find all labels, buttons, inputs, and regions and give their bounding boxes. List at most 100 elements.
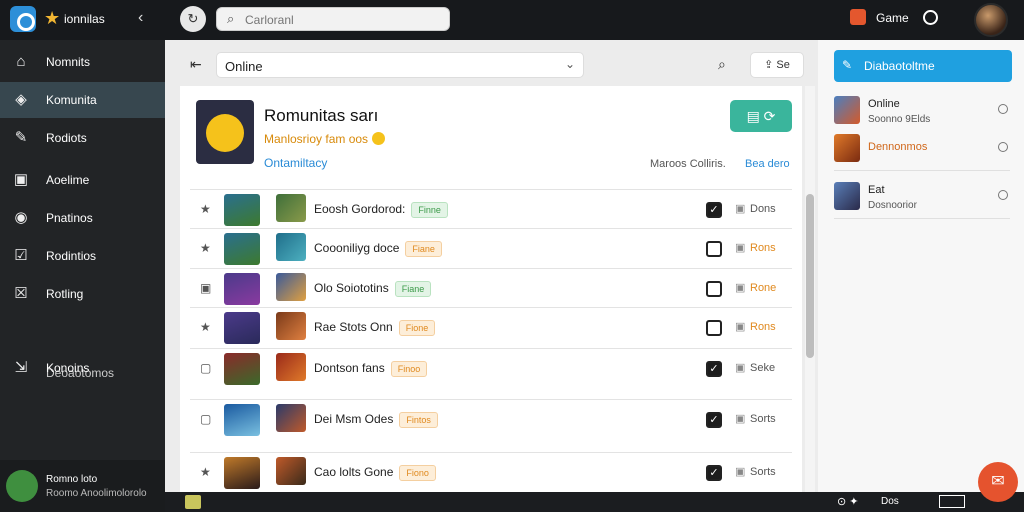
row-action[interactable]: Sorts [750,413,776,425]
action-icon: ▣ [735,242,746,254]
collapse-sidebar-icon[interactable]: ‹ [138,9,143,27]
sidebar-item-security[interactable]: ☑ Rodintios [0,238,165,274]
table-row[interactable]: ▢ Dontson fans Finoo ✓ ▣ Seke [190,348,792,388]
row-checkbox[interactable] [706,241,722,257]
status-filter-select[interactable]: Online ⌄ [216,52,584,78]
sidebar-item-community[interactable]: ◈ Komunita [0,82,165,118]
row-name-text: Olo Soiototins [314,281,389,295]
sidebar-item-tools[interactable]: ✎ Rodiots [0,120,165,156]
search-input[interactable] [245,11,445,29]
notification-icon[interactable] [185,495,201,509]
content-toolbar: ⇤ Online ⌄ ⌕ ⇪ Se [180,48,804,82]
status-badge: Fintos [399,412,438,428]
community-avatar [196,100,254,164]
status-badge: Fiane [394,281,432,297]
right-list-item[interactable]: Eat Dosnoorior [834,176,1010,216]
search-icon: ⌕ [227,11,235,26]
favorite-icon[interactable]: ▣ [200,281,211,295]
item-thumbnail [834,96,860,124]
back-icon[interactable]: ⇤ [190,56,202,73]
row-action[interactable]: Rons [750,242,776,254]
item-thumbnail [834,134,860,162]
row-action[interactable]: Seke [750,362,775,374]
close-box-icon: ☒ [14,285,28,302]
row-checkbox[interactable]: ✓ [706,412,722,428]
table-row[interactable]: ▢ Dei Msm Odes Fintos ✓ ▣ Sorts [190,399,792,439]
status-badge: Fione [398,320,436,336]
primary-action-label: Diabaotoltme [864,59,935,73]
chat-button[interactable]: ✉ [978,462,1018,502]
radio-button[interactable] [998,142,1008,152]
scrollbar-thumb[interactable] [806,194,814,358]
row-checkbox[interactable] [706,320,722,336]
favorite-icon[interactable]: ★ [200,241,211,255]
search-icon[interactable]: ⌕ [718,56,726,73]
row-name: Dontson fans Finoo [314,361,428,377]
favorite-icon[interactable]: ★ [200,465,211,479]
star-icon[interactable]: ★ [44,8,60,29]
row-action[interactable]: Rone [750,282,776,294]
app-logo-icon[interactable] [10,6,36,32]
sidebar-item-settings[interactable]: ◉ Pnatinos [0,200,165,236]
item-title: Dennonmos [868,141,928,153]
row-checkbox[interactable]: ✓ [706,361,722,377]
sidebar-footer[interactable]: Romno loto Roomo Anoolimolorolo [0,460,165,512]
item-subtitle: Dosnoorior [868,200,917,211]
action-icon: ▣ [735,282,746,294]
table-row[interactable]: ★ Cao lolts Gone Fiono ✓ ▣ Sorts [190,452,792,492]
right-list-item[interactable]: Dennonmos [834,128,1010,168]
refresh-button[interactable]: ↻ [180,6,206,32]
sidebar-item-label: Rodiots [46,131,87,145]
row-name: Olo Soiototins Fiane [314,281,432,297]
scrollbar[interactable] [805,86,815,492]
row-name-text: Rae Stots Onn [314,320,393,334]
favorite-icon[interactable]: ▢ [200,361,211,375]
sidebar-item-rotling[interactable]: ☒ Rotling [0,276,165,312]
help-icon[interactable] [923,10,938,25]
profile-avatar[interactable] [6,470,38,502]
divider [834,170,1010,171]
favorite-icon[interactable]: ▢ [200,412,211,426]
player-avatar [276,233,306,261]
user-avatar[interactable] [974,3,1008,37]
row-checkbox[interactable]: ✓ [706,465,722,481]
share-button[interactable]: ⇪ Se [750,52,804,78]
community-panel: Romunitas sarı Manlosrioy fam oos Ontami… [180,86,802,492]
sidebar-item-export[interactable]: ⇲ Konoins [0,350,165,386]
right-list-item[interactable]: Online Soonno 9Elds [834,90,1010,130]
row-action[interactable]: Rons [750,321,776,333]
favorite-icon[interactable]: ★ [200,320,211,334]
row-action[interactable]: Dons [750,203,776,215]
favorite-icon[interactable]: ★ [200,202,211,216]
primary-action-button[interactable]: ✎ Diabaotoltme [834,50,1012,82]
action-icon: ▣ [735,466,746,478]
table-row[interactable]: ▣ Olo Soiototins Fiane ▣ Rone [190,268,792,308]
radio-button[interactable] [998,104,1008,114]
meta-link[interactable]: Bea dero [745,158,790,170]
row-name: Coooniliyg doce Fiane [314,241,442,257]
row-checkbox[interactable]: ✓ [706,202,722,218]
chat-icon: ✉ [991,473,1005,490]
game-label[interactable]: Game [876,11,909,25]
subtitle-text: Manlosrioy fam oos [264,132,369,146]
sidebar-item-store[interactable]: ▣ Aoelime [0,162,165,198]
game-thumbnail [224,312,260,344]
join-button[interactable]: ▤ ⟳ [730,100,792,132]
row-action[interactable]: Sorts [750,466,776,478]
share-icon: ⇪ [764,59,777,71]
radio-button[interactable] [998,190,1008,200]
game-icon[interactable] [850,9,866,25]
sidebar-item-home[interactable]: ⌂ Nomnits [0,44,165,80]
table-row[interactable]: ★ Rae Stots Onn Fione ▣ Rons [190,307,792,347]
table-row[interactable]: ★ Eoosh Gordorod: Finne ✓ ▣ Dons [190,189,792,229]
status-badge: Finne [411,202,448,218]
row-checkbox[interactable] [706,281,722,297]
tools-icon: ✎ [14,129,28,146]
search-bar[interactable]: ⌕ [216,7,450,31]
table-row[interactable]: ★ Coooniliyg doce Fiane ▣ Rons [190,228,792,268]
row-name-text: Cao lolts Gone [314,465,394,479]
home-icon: ⌂ [16,53,26,70]
player-avatar [276,312,306,340]
sidebar-item-label: Rotling [46,287,84,301]
row-name-text: Dontson fans [314,361,385,375]
